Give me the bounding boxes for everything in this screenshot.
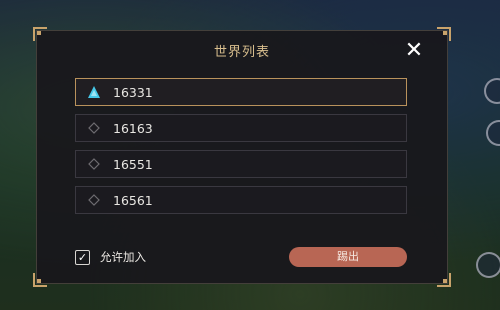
close-icon[interactable]: ✕	[403, 40, 425, 62]
hud-bottom-right-icon[interactable]	[476, 252, 500, 278]
world-row-16561[interactable]: 16561	[75, 186, 407, 214]
world-id-label: 16561	[113, 192, 153, 208]
world-list-dialog: 世界列表 ✕ 16331 16163 16551 16561 ✓ 允许加入 踢出	[33, 27, 451, 287]
allow-join-toggle[interactable]: ✓ 允许加入	[75, 249, 146, 265]
allow-join-label: 允许加入	[100, 250, 146, 264]
allow-join-checkbox[interactable]: ✓	[75, 249, 90, 265]
world-row-16163[interactable]: 16163	[75, 114, 407, 142]
active-world-triangle-icon	[87, 85, 101, 99]
diamond-icon	[87, 193, 101, 207]
corner-ornament	[437, 273, 451, 287]
kick-button[interactable]: 踢出	[289, 247, 407, 267]
dialog-title: 世界列表	[213, 45, 270, 60]
world-id-label: 16163	[113, 120, 153, 136]
corner-ornament	[33, 273, 47, 287]
world-list: 16331 16163 16551 16561	[75, 78, 407, 222]
corner-ornament	[33, 27, 47, 41]
world-row-16331[interactable]: 16331	[75, 78, 407, 106]
world-id-label: 16331	[113, 84, 153, 100]
corner-ornament	[437, 27, 451, 41]
diamond-icon	[87, 121, 101, 135]
diamond-icon	[87, 157, 101, 171]
world-id-label: 16551	[113, 156, 153, 172]
world-row-16551[interactable]: 16551	[75, 150, 407, 178]
